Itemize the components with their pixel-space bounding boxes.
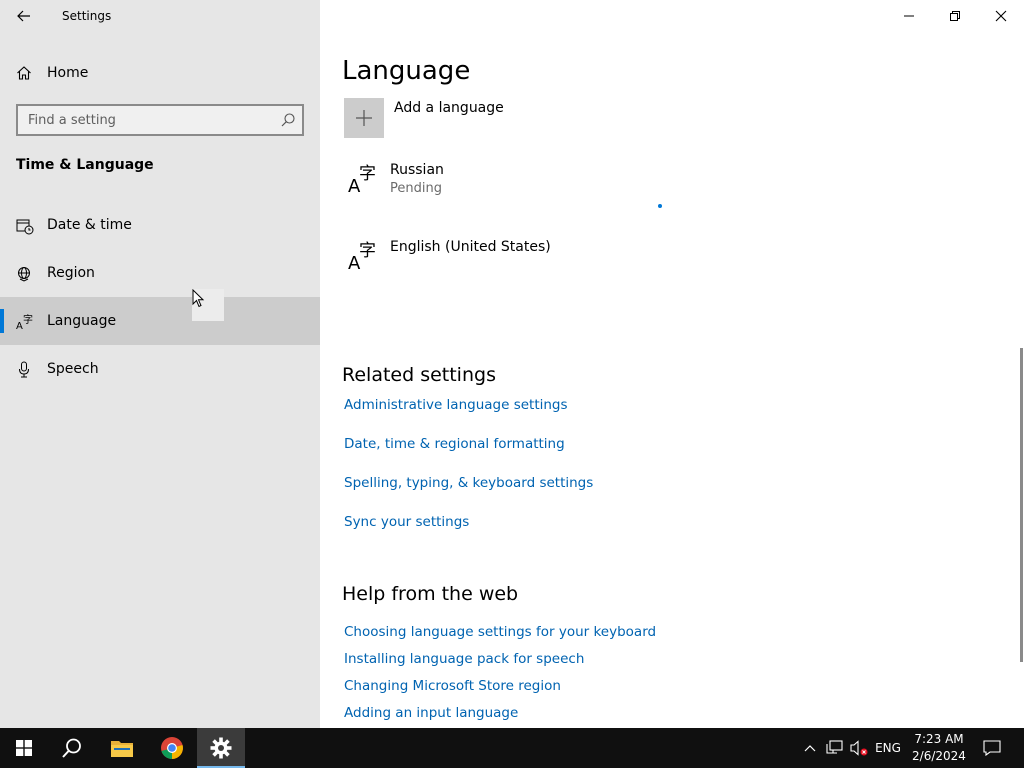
settings-taskbar-button[interactable]: [197, 728, 245, 768]
clock-time: 7:23 AM: [914, 732, 964, 746]
clock[interactable]: 7:23 AM 2/6/2024: [908, 731, 970, 765]
close-icon: [995, 10, 1007, 22]
sidebar: Settings Home Time & Language Date & tim…: [0, 0, 320, 728]
language-name: English (United States): [390, 239, 551, 255]
chrome-button[interactable]: [148, 728, 196, 768]
action-center-button[interactable]: [978, 728, 1006, 768]
sidebar-item-speech[interactable]: Speech: [0, 345, 320, 393]
svg-text:字: 字: [23, 313, 33, 326]
sidebar-item-label: Home: [47, 65, 89, 81]
app-title: Settings: [62, 9, 112, 23]
link-spelling-typing-keyboard[interactable]: Spelling, typing, & keyboard settings: [344, 475, 593, 491]
file-explorer-button[interactable]: [98, 728, 146, 768]
folder-icon: [111, 741, 133, 757]
svg-text:字: 字: [359, 164, 376, 184]
language-item-english[interactable]: A字 English (United States): [342, 235, 762, 283]
back-arrow-icon: [17, 10, 30, 22]
plus-icon: [356, 110, 372, 126]
microphone-icon: [19, 361, 29, 378]
scrollbar[interactable]: [1020, 348, 1023, 662]
titlebar-left: Settings: [0, 0, 320, 32]
link-help-input-language[interactable]: Adding an input language: [344, 705, 518, 721]
language-icon: A字: [16, 313, 33, 331]
loading-indicator: [658, 204, 662, 208]
language-name: Russian: [390, 162, 444, 178]
sidebar-item-home[interactable]: Home: [0, 56, 320, 90]
home-icon: [17, 66, 31, 80]
chevron-up-icon: [804, 745, 816, 752]
restore-button[interactable]: [932, 0, 978, 32]
svg-text:字: 字: [359, 241, 376, 261]
sidebar-item-language[interactable]: A字 Language: [0, 297, 320, 345]
link-help-store-region[interactable]: Changing Microsoft Store region: [344, 678, 561, 694]
network-button[interactable]: [823, 728, 847, 768]
link-help-speech-pack[interactable]: Installing language pack for speech: [344, 651, 584, 667]
language-status: Pending: [390, 181, 442, 196]
clock-date: 2/6/2024: [912, 749, 966, 763]
minimize-icon: [904, 15, 914, 17]
notification-icon: [983, 740, 1001, 756]
plus-tile: [344, 98, 384, 138]
globe-icon: [18, 267, 30, 282]
sidebar-item-date-time[interactable]: Date & time: [0, 201, 320, 249]
link-help-keyboard[interactable]: Choosing language settings for your keyb…: [344, 624, 656, 640]
language-item-russian[interactable]: A字 Russian Pending: [342, 158, 762, 206]
add-language-button[interactable]: Add a language: [342, 97, 742, 141]
search-icon[interactable]: [280, 112, 296, 128]
link-administrative-language-settings[interactable]: Administrative language settings: [344, 397, 568, 413]
help-heading: Help from the web: [342, 583, 519, 605]
windows-logo-icon: [16, 740, 32, 756]
main-content: Language Add a language A字 Russian Pendi…: [320, 0, 1024, 728]
search-box[interactable]: [16, 104, 304, 136]
back-button[interactable]: [8, 2, 40, 30]
link-date-time-regional-formatting[interactable]: Date, time & regional formatting: [344, 436, 565, 452]
search-icon: [62, 738, 81, 758]
sidebar-item-label: Region: [47, 265, 95, 281]
show-hidden-icons-button[interactable]: [800, 728, 820, 768]
sidebar-item-region[interactable]: Region: [0, 249, 320, 297]
start-button[interactable]: [0, 728, 48, 768]
related-settings-heading: Related settings: [342, 364, 496, 386]
search-button[interactable]: [48, 728, 96, 768]
gear-icon: [210, 737, 232, 759]
sidebar-item-label: Speech: [47, 361, 99, 377]
clock-calendar-icon: [16, 219, 34, 235]
minimize-button[interactable]: [886, 0, 932, 32]
search-input[interactable]: [18, 106, 274, 134]
network-icon: [826, 740, 843, 754]
sidebar-item-label: Date & time: [47, 217, 132, 233]
link-sync-settings[interactable]: Sync your settings: [344, 514, 469, 530]
selection-indicator: [0, 309, 4, 333]
page-title: Language: [342, 56, 471, 86]
language-icon: A字: [348, 164, 376, 194]
chrome-icon: [161, 737, 183, 759]
volume-button[interactable]: [847, 728, 871, 768]
section-title: Time & Language: [16, 157, 154, 173]
close-button[interactable]: [978, 0, 1024, 32]
add-language-label: Add a language: [394, 100, 504, 116]
mouse-pointer-icon: [192, 289, 205, 308]
sidebar-item-label: Language: [47, 313, 117, 329]
language-icon: A字: [348, 241, 376, 271]
input-language-indicator[interactable]: ENG: [872, 728, 904, 768]
taskbar: ENG 7:23 AM 2/6/2024: [0, 728, 1024, 768]
svg-text:A: A: [16, 321, 23, 331]
restore-icon: [950, 11, 960, 21]
volume-muted-icon: [850, 740, 868, 756]
